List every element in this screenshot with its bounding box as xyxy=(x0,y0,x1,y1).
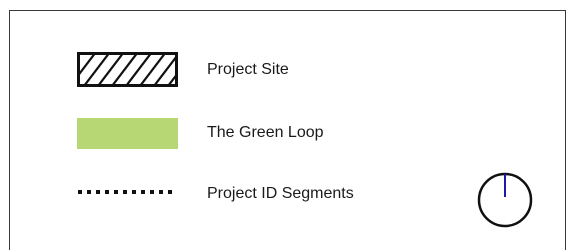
hatched-box-icon xyxy=(77,52,178,87)
dotted-line-icon xyxy=(78,190,177,194)
legend-label-project-site: Project Site xyxy=(207,61,289,78)
north-arrow-icon xyxy=(477,172,533,228)
legend-label-project-id-segments: Project ID Segments xyxy=(207,185,354,202)
green-loop-swatch xyxy=(77,118,178,149)
legend-label-green-loop: The Green Loop xyxy=(207,124,324,141)
